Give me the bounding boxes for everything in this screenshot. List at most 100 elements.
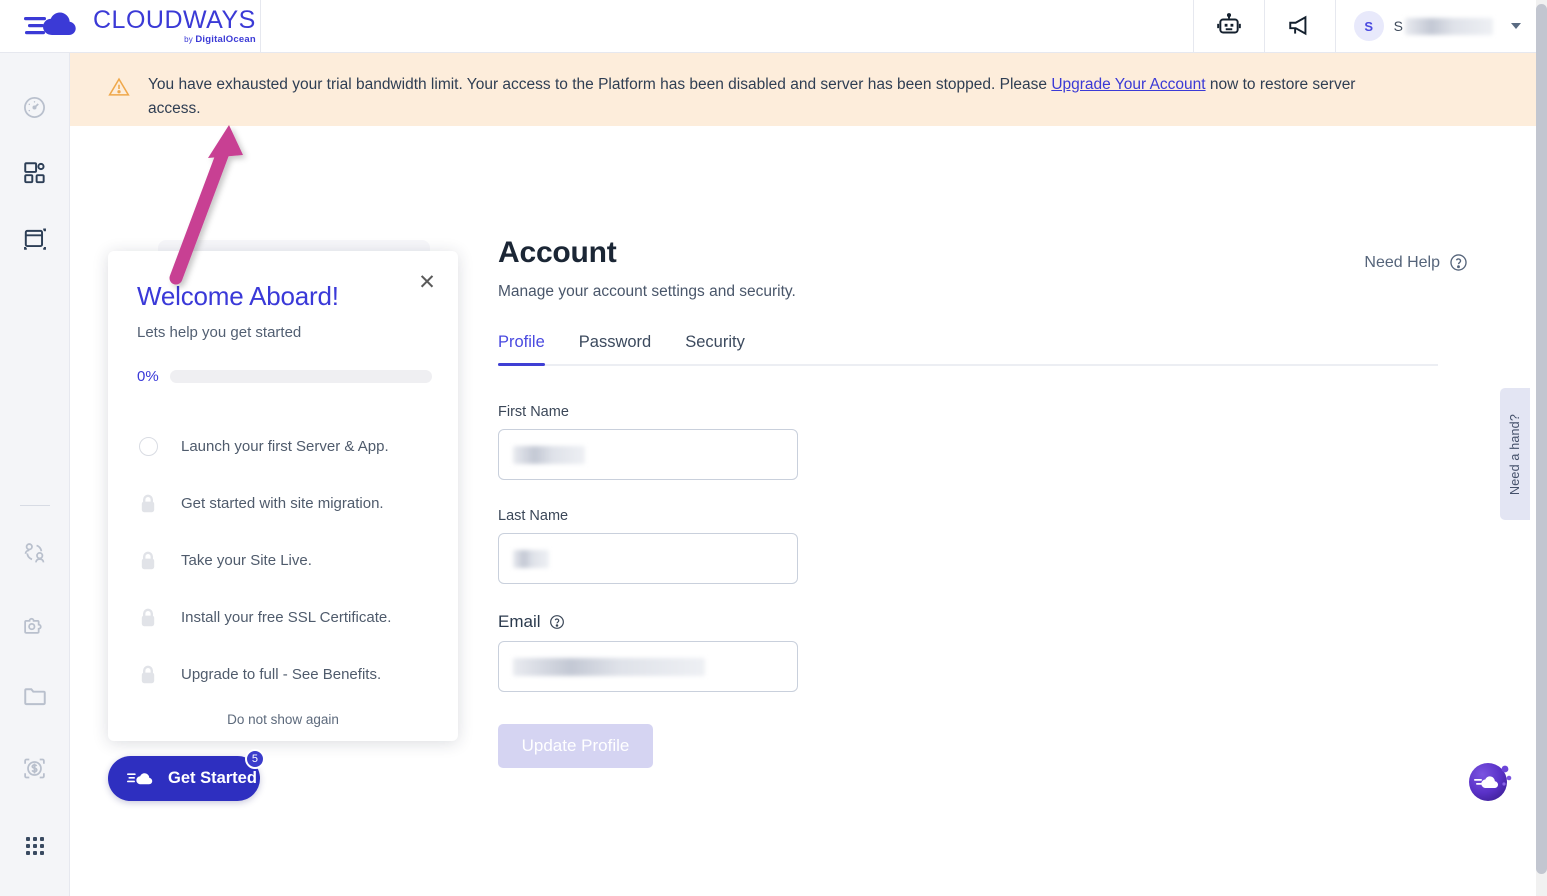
step-item[interactable]: Launch your first Server & App. [137,418,432,475]
step-icon [137,437,159,456]
onboarding-progress: 0% [137,368,432,385]
step-label: Get started with site migration. [181,495,384,512]
question-circle-icon [1450,254,1467,271]
email-input[interactable] [498,641,798,692]
progress-track [169,370,432,383]
first-name-input[interactable] [498,429,798,480]
cloudways-cloud-logo-icon [24,12,76,35]
modal-subtitle: Lets help you get started [137,324,302,341]
bot-assistant-button[interactable] [1192,0,1264,52]
step-item[interactable]: Install your free SSL Certificate. [137,589,432,646]
step-label: Install your free SSL Certificate. [181,609,392,626]
step-item[interactable]: Upgrade to full - See Benefits. [137,646,432,703]
need-help-button[interactable]: Need Help [1364,253,1468,272]
app-root: CLOUDWAYS by DigitalOcean S S You have e… [0,0,1547,896]
left-sidebar [0,53,70,896]
page-subtitle: Manage your account settings and securit… [498,283,796,300]
first-name-field-group: First Name [498,404,838,480]
modal-title: Welcome Aboard! [137,281,339,311]
chevron-down-icon [1511,23,1521,29]
page-header: Account Manage your account settings and… [498,236,1468,301]
sidebar-item-billing[interactable] [13,746,57,790]
alert-text-before: You have exhausted your trial bandwidth … [148,76,1052,93]
account-tabs: Profile Password Security [498,333,1438,366]
avatar: S [1353,11,1384,41]
brand-parent: by DigitalOcean [184,33,256,45]
sidebar-item-projects[interactable] [13,674,57,718]
upgrade-account-link[interactable]: Upgrade Your Account [1051,76,1205,93]
welcome-onboarding-modal: ✕ Welcome Aboard! Lets help you get star… [108,251,458,741]
get-started-label: Get Started [168,769,257,787]
update-profile-button[interactable]: Update Profile [498,724,653,768]
page-scrollbar-thumb[interactable] [1536,4,1547,874]
user-menu[interactable]: S S [1334,0,1537,52]
step-icon [137,608,159,627]
announcements-button[interactable] [1263,0,1335,52]
brand-logo[interactable]: CLOUDWAYS by DigitalOcean [0,0,261,52]
step-label: Upgrade to full - See Benefits. [181,666,382,683]
first-name-label: First Name [498,404,569,420]
dollar-circle-icon [24,758,45,778]
last-name-field-group: Last Name [498,508,838,584]
get-started-badge: 5 [244,749,265,769]
warning-triangle-icon [108,76,130,103]
last-name-label: Last Name [498,508,569,524]
step-icon [137,494,159,513]
cloudways-chat-icon [1469,763,1512,801]
tab-security[interactable]: Security [685,333,745,364]
alert-message: You have exhausted your trial bandwidth … [148,73,1393,121]
email-field-group: Email [498,612,838,692]
step-label: Launch your first Server & App. [181,438,389,455]
tab-password[interactable]: Password [579,333,651,364]
last-name-input[interactable] [498,533,798,584]
sidebar-item-applications[interactable] [13,217,57,261]
lock-icon [141,665,155,684]
lock-icon [141,608,155,627]
lock-icon [141,494,155,513]
chat-widget-button[interactable] [1465,754,1517,806]
onboarding-steps: Launch your first Server & App. Get star… [137,418,432,703]
last-name-redacted-value [513,549,549,568]
need-help-label: Need Help [1364,253,1440,271]
addon-puzzle-icon [24,617,42,634]
get-started-button[interactable]: Get Started 5 [108,749,265,801]
sidebar-divider [19,505,50,506]
gauge-icon [24,96,45,118]
close-icon[interactable]: ✕ [414,269,440,295]
lock-icon [141,551,155,570]
tab-profile[interactable]: Profile [498,333,545,366]
step-item[interactable]: Take your Site Live. [137,532,432,589]
brand-name: CLOUDWAYS [93,5,256,34]
email-label: Email [498,612,838,632]
top-bar: CLOUDWAYS by DigitalOcean S S [0,0,1537,53]
first-name-redacted-value [513,445,585,464]
sidebar-item-servers[interactable] [13,151,57,195]
need-a-hand-tab[interactable]: Need a hand? [1500,388,1530,520]
user-name-visible: S [1393,18,1403,34]
step-icon [137,551,159,570]
megaphone-icon [1288,15,1307,36]
brand-text: CLOUDWAYS by DigitalOcean [93,5,256,45]
brand-mark: CLOUDWAYS by DigitalOcean [24,5,256,45]
trial-bandwidth-alert: You have exhausted your trial bandwidth … [70,53,1537,126]
email-redacted-value [513,657,705,676]
progress-percent-label: 0% [137,368,159,385]
avatar-initial: S [1364,18,1373,34]
user-name-redacted [1405,17,1493,35]
empty-circle-icon [138,437,158,456]
folder-icon [23,688,46,706]
question-circle-icon[interactable] [549,614,565,630]
sidebar-item-addons[interactable] [13,602,57,646]
servers-icon [23,162,45,184]
step-item[interactable]: Get started with site migration. [137,475,432,532]
need-a-hand-label: Need a hand? [1508,413,1522,495]
page-title: Account [498,236,617,269]
sidebar-item-apps-grid[interactable] [13,824,57,868]
sidebar-item-team[interactable] [13,530,57,574]
do-not-show-again-button[interactable]: Do not show again [108,712,458,727]
sidebar-item-dashboard[interactable] [13,85,57,129]
step-icon [137,665,159,684]
cloudways-cloud-icon [127,773,153,785]
profile-form: First Name Last Name Email Update Profil… [498,404,838,768]
